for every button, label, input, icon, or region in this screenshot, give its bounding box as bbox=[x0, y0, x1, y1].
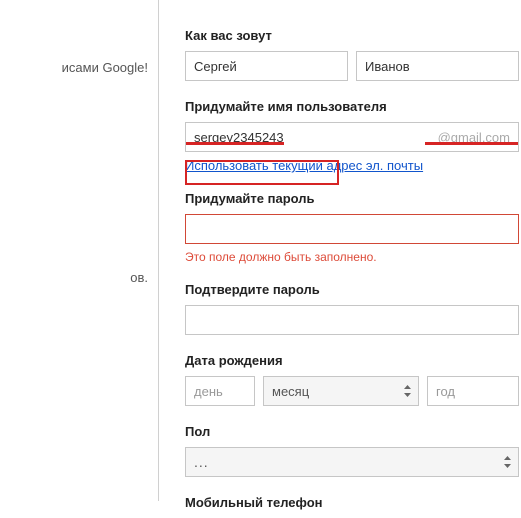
username-group: Придумайте имя пользователя @gmail.com И… bbox=[185, 99, 521, 173]
password-group: Придумайте пароль Это поле должно быть з… bbox=[185, 191, 521, 264]
first-name-input[interactable] bbox=[185, 51, 348, 81]
dob-year-input[interactable] bbox=[427, 376, 519, 406]
name-group: Как вас зовут bbox=[185, 28, 521, 81]
signup-form: Как вас зовут Придумайте имя пользовател… bbox=[159, 0, 521, 518]
confirm-password-input[interactable] bbox=[185, 305, 519, 335]
dob-group: Дата рождения месяц bbox=[185, 353, 521, 406]
annotation-underline bbox=[425, 142, 518, 145]
updown-icon bbox=[504, 456, 510, 468]
gender-value: ... bbox=[194, 454, 209, 470]
phone-label: Мобильный телефон bbox=[185, 495, 521, 510]
phone-group: Мобильный телефон bbox=[185, 495, 521, 510]
left-text-fragment-2: ов. bbox=[0, 270, 148, 285]
left-panel: исами Google! ов. bbox=[0, 0, 158, 501]
gender-group: Пол ... bbox=[185, 424, 521, 477]
dob-month-value: месяц bbox=[272, 384, 309, 399]
password-error: Это поле должно быть заполнено. bbox=[185, 250, 521, 264]
gender-label: Пол bbox=[185, 424, 521, 439]
username-label: Придумайте имя пользователя bbox=[185, 99, 521, 114]
username-input[interactable] bbox=[186, 124, 438, 151]
last-name-input[interactable] bbox=[356, 51, 519, 81]
name-label: Как вас зовут bbox=[185, 28, 521, 43]
gender-select[interactable]: ... bbox=[185, 447, 519, 477]
left-text-fragment-1: исами Google! bbox=[0, 60, 148, 75]
dob-label: Дата рождения bbox=[185, 353, 521, 368]
password-input[interactable] bbox=[185, 214, 519, 244]
dob-day-input[interactable] bbox=[185, 376, 255, 406]
confirm-password-group: Подтвердите пароль bbox=[185, 282, 521, 335]
password-label: Придумайте пароль bbox=[185, 191, 521, 206]
updown-icon bbox=[404, 385, 410, 397]
confirm-password-label: Подтвердите пароль bbox=[185, 282, 521, 297]
use-existing-email-link[interactable]: Использовать текущий адрес эл. почты bbox=[185, 158, 423, 173]
annotation-underline bbox=[186, 142, 284, 145]
dob-month-select[interactable]: месяц bbox=[263, 376, 419, 406]
username-wrap: @gmail.com bbox=[185, 122, 519, 152]
